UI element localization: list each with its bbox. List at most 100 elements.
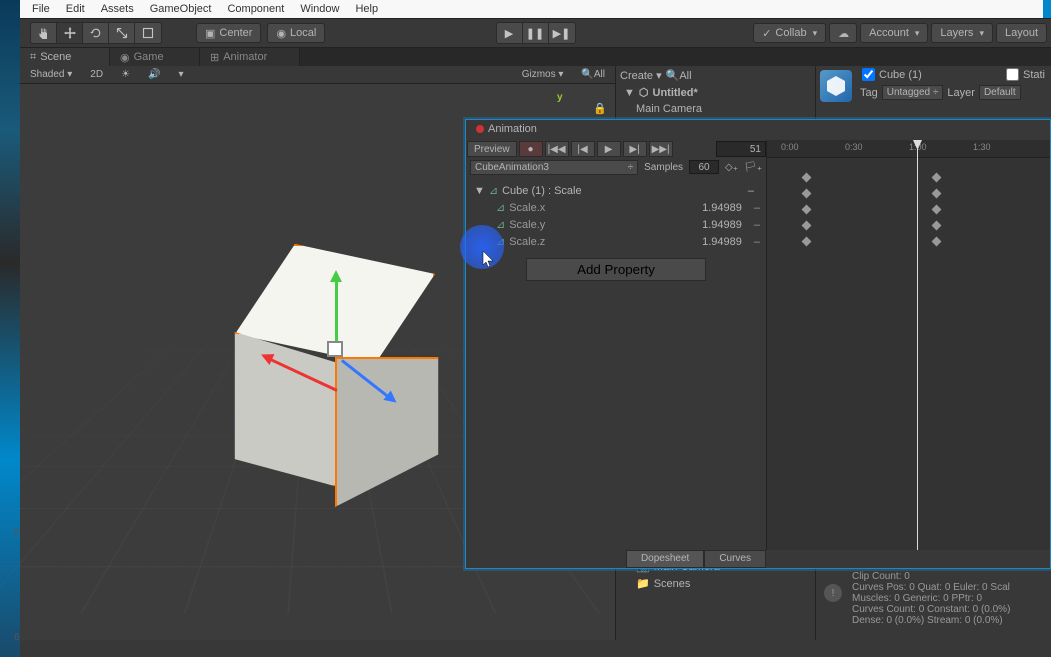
create-dropdown[interactable]: Create ▾	[620, 69, 662, 82]
keyframe[interactable]	[802, 237, 812, 247]
foldout-icon[interactable]: ▼	[474, 185, 485, 197]
gizmo-center[interactable]	[327, 341, 343, 357]
object-name[interactable]: Cube (1)	[879, 69, 1002, 81]
pause-button[interactable]: ❚❚	[523, 23, 549, 43]
layers-label: Layers	[940, 27, 973, 39]
keyframe[interactable]	[932, 237, 942, 247]
layout-dropdown[interactable]: Layout	[996, 23, 1047, 43]
move-tool[interactable]	[57, 23, 83, 43]
pivot-toggle[interactable]: ▣ Center	[196, 23, 261, 43]
play-button[interactable]: ▶	[497, 23, 523, 43]
property-value[interactable]: 1.94989	[702, 219, 742, 231]
property-menu[interactable]: –	[754, 219, 760, 231]
audio-toggle[interactable]: 🔊	[142, 69, 166, 80]
cube-object[interactable]	[200, 244, 460, 504]
menu-assets[interactable]: Assets	[93, 1, 142, 17]
object-icon[interactable]	[820, 70, 852, 102]
keyframe[interactable]	[802, 173, 812, 183]
y-axis-handle[interactable]	[335, 274, 338, 344]
static-label: Stati	[1023, 69, 1045, 81]
property-name: Scale.y	[509, 219, 545, 231]
foldout-icon[interactable]: ▼	[624, 87, 635, 99]
menu-component[interactable]: Component	[219, 1, 292, 17]
property-group[interactable]: ▼ ⊿ Cube (1) : Scale –	[466, 182, 766, 199]
2d-toggle[interactable]: 2D	[84, 69, 109, 80]
curves-tab[interactable]: Curves	[704, 550, 766, 568]
hand-tool[interactable]	[31, 23, 57, 43]
tab-game[interactable]: ◉ Game	[110, 48, 200, 66]
tag-dropdown[interactable]: Untagged ÷	[882, 85, 944, 100]
preview-toggle[interactable]: Preview	[467, 141, 517, 157]
rotate-tool[interactable]	[83, 23, 109, 43]
clip-dropdown[interactable]: CubeAnimation3÷	[470, 160, 638, 175]
property-row[interactable]: ⊿ Scale.y 1.94989 –	[466, 216, 766, 233]
property-value[interactable]: 1.94989	[702, 202, 742, 214]
active-checkbox[interactable]	[862, 68, 875, 81]
add-event-icon[interactable]: 🏳₊	[744, 162, 762, 173]
timeline[interactable]: 0:00 0:30 1:00 1:30	[766, 140, 1050, 550]
keyframe[interactable]	[932, 221, 942, 231]
step-button[interactable]: ▶❚	[549, 23, 575, 43]
light-toggle[interactable]: ☀	[115, 69, 136, 80]
timeline-ruler[interactable]: 0:00 0:30 1:00 1:30	[767, 140, 1050, 158]
hierarchy-item[interactable]: 📁 Scenes	[616, 575, 815, 592]
scale-tool[interactable]	[109, 23, 135, 43]
collab-icon: ✓	[762, 27, 771, 40]
add-property-button[interactable]: Add Property	[526, 258, 706, 281]
keyframe[interactable]	[932, 189, 942, 199]
stat-line: Curves Pos: 0 Quat: 0 Euler: 0 Scal	[852, 582, 1043, 593]
property-menu[interactable]: –	[754, 236, 760, 248]
cloud-button[interactable]: ☁	[829, 23, 857, 43]
frame-input[interactable]	[716, 141, 766, 157]
layer-dropdown[interactable]: Default	[979, 85, 1021, 100]
samples-input[interactable]	[689, 160, 719, 174]
scene-search[interactable]: 🔍All	[575, 69, 611, 80]
menu-file[interactable]: File	[24, 1, 58, 17]
keyframe[interactable]	[932, 205, 942, 215]
property-menu[interactable]: –	[754, 202, 760, 214]
gizmos-dropdown[interactable]: Gizmos ▾	[516, 69, 570, 80]
menu-edit[interactable]: Edit	[58, 1, 93, 17]
menu-gameobject[interactable]: GameObject	[142, 1, 220, 17]
dopesheet-tab[interactable]: Dopesheet	[626, 550, 704, 568]
lock-icon[interactable]: 🔒	[593, 102, 607, 115]
tab-scene[interactable]: ⌗ Scene	[20, 48, 110, 66]
static-checkbox[interactable]	[1006, 68, 1019, 81]
keyframe[interactable]	[932, 173, 942, 183]
next-frame-button[interactable]: ▶|	[623, 141, 647, 157]
property-row[interactable]: ⊿ Scale.z 1.94989 –	[466, 233, 766, 250]
menu-window[interactable]: Window	[292, 1, 347, 17]
hierarchy-item-label: Scenes	[654, 578, 691, 590]
menu-help[interactable]: Help	[347, 1, 386, 17]
hierarchy-root[interactable]: ▼ ⬡ Untitled*	[616, 84, 815, 101]
keyframe[interactable]	[802, 221, 812, 231]
playhead[interactable]	[917, 140, 918, 550]
hierarchy-search[interactable]: 🔍All	[666, 69, 692, 82]
tab-animator[interactable]: ⊞ Animator	[200, 48, 300, 66]
rect-tool[interactable]	[135, 23, 161, 43]
property-value[interactable]: 1.94989	[702, 236, 742, 248]
play-button[interactable]: ▶	[597, 141, 621, 157]
warning-icon: !	[824, 584, 842, 602]
record-button[interactable]: ●	[519, 141, 543, 157]
add-keyframe-icon[interactable]: ◇₊	[725, 162, 738, 173]
transform-icon: ⊿	[489, 184, 498, 197]
property-name: Scale.x	[509, 202, 545, 214]
fx-toggle[interactable]: ▾	[173, 69, 190, 80]
keyframe[interactable]	[802, 189, 812, 199]
curve-icon: ⊿	[496, 201, 505, 214]
layers-dropdown[interactable]: Layers	[931, 23, 993, 43]
prev-frame-button[interactable]: |◀	[571, 141, 595, 157]
rotation-toggle[interactable]: ◉ Local	[267, 23, 325, 43]
account-dropdown[interactable]: Account	[860, 23, 928, 43]
account-label: Account	[869, 27, 909, 39]
last-frame-button[interactable]: ▶▶|	[649, 141, 673, 157]
hierarchy-item[interactable]: Main Camera	[616, 101, 815, 117]
collab-dropdown[interactable]: ✓ Collab	[753, 23, 826, 43]
property-row[interactable]: ⊿ Scale.x 1.94989 –	[466, 199, 766, 216]
property-menu[interactable]: –	[748, 185, 754, 197]
shaded-dropdown[interactable]: Shaded ▾	[24, 69, 78, 80]
first-frame-button[interactable]: |◀◀	[545, 141, 569, 157]
animation-tab[interactable]: Animation	[466, 120, 547, 138]
keyframe[interactable]	[802, 205, 812, 215]
